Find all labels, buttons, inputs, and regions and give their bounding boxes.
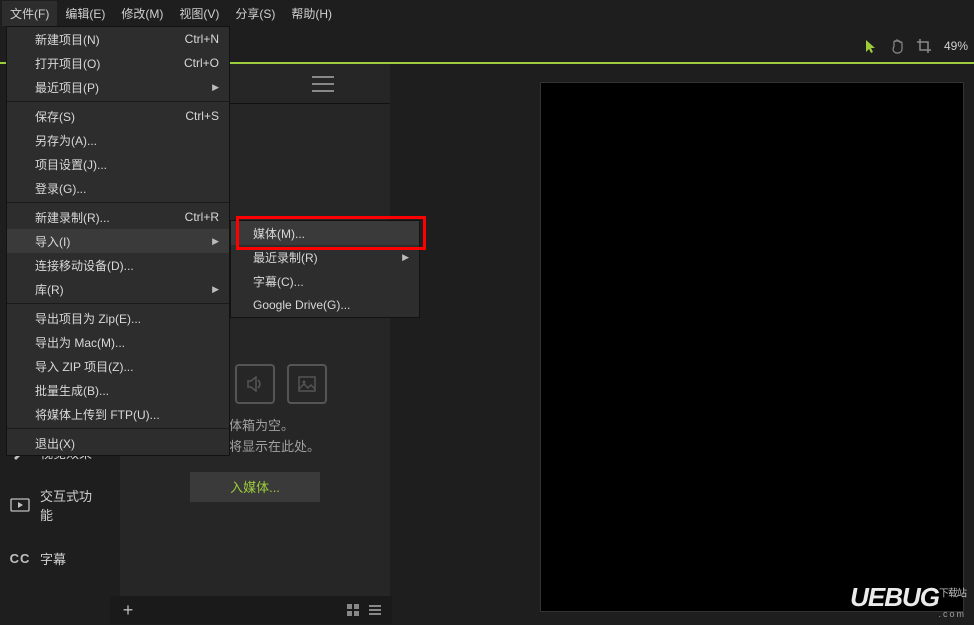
- menu-project-settings[interactable]: 项目设置(J)...: [7, 152, 229, 176]
- menu-export-zip[interactable]: 导出项目为 Zip(E)...: [7, 306, 229, 330]
- rail-interactive[interactable]: 交互式功能: [0, 474, 110, 536]
- chevron-right-icon: ▶: [212, 236, 219, 247]
- menu-batch[interactable]: 批量生成(B)...: [7, 378, 229, 402]
- menu-help[interactable]: 帮助(H): [283, 1, 340, 26]
- audio-icon: [235, 364, 275, 404]
- media-bottom-bar: +: [110, 596, 392, 624]
- zoom-level[interactable]: 49%: [944, 39, 968, 53]
- menu-exit[interactable]: 退出(X): [7, 431, 229, 455]
- menu-new-recording[interactable]: 新建录制(R)...Ctrl+R: [7, 205, 229, 229]
- menu-view[interactable]: 视图(V): [171, 1, 227, 26]
- media-tab-list[interactable]: [255, 64, 390, 103]
- import-media-button[interactable]: 入媒体...: [190, 472, 320, 502]
- cc-icon: CC: [10, 548, 30, 568]
- interact-icon: [10, 495, 30, 515]
- cursor-icon[interactable]: [862, 36, 882, 56]
- menu-file[interactable]: 文件(F): [2, 1, 57, 26]
- menu-library[interactable]: 库(R)▶: [7, 277, 229, 301]
- add-button[interactable]: +: [118, 600, 138, 620]
- menu-bar: 文件(F) 编辑(E) 修改(M) 视图(V) 分享(S) 帮助(H): [0, 0, 974, 26]
- file-dropdown: 新建项目(N)Ctrl+N 打开项目(O)Ctrl+O 最近项目(P)▶ 保存(…: [6, 26, 230, 456]
- menu-separator: [7, 202, 229, 203]
- rail-cc[interactable]: CC 字幕: [0, 536, 110, 580]
- menu-modify[interactable]: 修改(M): [113, 1, 171, 26]
- import-submenu: 媒体(M)... 最近录制(R)▶ 字幕(C)... Google Drive(…: [230, 220, 420, 318]
- submenu-recent-recording[interactable]: 最近录制(R)▶: [231, 245, 419, 269]
- image-icon: [287, 364, 327, 404]
- submenu-captions[interactable]: 字幕(C)...: [231, 269, 419, 293]
- rail-label: 交互式功能: [40, 486, 100, 524]
- menu-export-mac[interactable]: 导出为 Mac(M)...: [7, 330, 229, 354]
- menu-upload-ftp[interactable]: 将媒体上传到 FTP(U)...: [7, 402, 229, 426]
- preview-toolbar: 49%: [862, 30, 974, 62]
- menu-connect-device[interactable]: 连接移动设备(D)...: [7, 253, 229, 277]
- crop-icon[interactable]: [914, 36, 934, 56]
- menu-separator: [7, 428, 229, 429]
- view-toggle: [344, 602, 384, 618]
- menu-new-project[interactable]: 新建项目(N)Ctrl+N: [7, 27, 229, 51]
- rail-label: 字幕: [40, 549, 66, 568]
- menu-login[interactable]: 登录(G)...: [7, 176, 229, 200]
- menu-save-as[interactable]: 另存为(A)...: [7, 128, 229, 152]
- menu-share[interactable]: 分享(S): [227, 1, 283, 26]
- menu-edit[interactable]: 编辑(E): [57, 1, 113, 26]
- menu-recent-projects[interactable]: 最近项目(P)▶: [7, 75, 229, 99]
- hand-icon[interactable]: [888, 36, 908, 56]
- list-view-icon[interactable]: [366, 602, 384, 618]
- menu-import-zip[interactable]: 导入 ZIP 项目(Z)...: [7, 354, 229, 378]
- list-icon: [312, 76, 334, 92]
- chevron-right-icon: ▶: [212, 82, 219, 93]
- grid-view-icon[interactable]: [344, 602, 362, 618]
- menu-separator: [7, 101, 229, 102]
- menu-import[interactable]: 导入(I)▶: [7, 229, 229, 253]
- submenu-google-drive[interactable]: Google Drive(G)...: [231, 293, 419, 317]
- preview-canvas[interactable]: [540, 82, 964, 612]
- menu-separator: [7, 303, 229, 304]
- chevron-right-icon: ▶: [402, 252, 409, 263]
- submenu-media[interactable]: 媒体(M)...: [231, 221, 419, 245]
- watermark: UEBUG下载站 .com: [850, 582, 966, 619]
- menu-open-project[interactable]: 打开项目(O)Ctrl+O: [7, 51, 229, 75]
- chevron-right-icon: ▶: [212, 284, 219, 295]
- menu-save[interactable]: 保存(S)Ctrl+S: [7, 104, 229, 128]
